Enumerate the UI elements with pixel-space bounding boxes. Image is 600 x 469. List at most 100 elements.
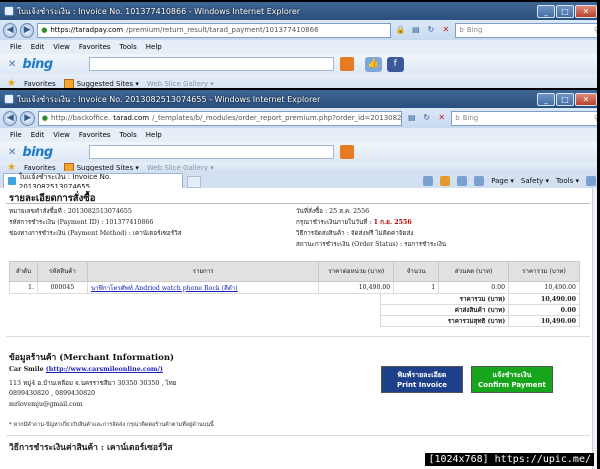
- web-slice-gallery[interactable]: Web Slice Gallery ▾: [147, 80, 214, 88]
- address-host: tarad.com: [113, 114, 150, 122]
- ie-window-back: ใบแจ้งชำระเงิน : Invoice No. 10137741086…: [0, 2, 600, 88]
- search-box[interactable]: b Bing ⚲: [451, 110, 600, 126]
- back-icon[interactable]: ◀: [3, 110, 18, 126]
- address-path: /_templates/b/_modules/order_report_prem…: [152, 114, 403, 122]
- menu-bar: File Edit View Favorites Tools Help: [0, 128, 600, 142]
- bing-toolbar: ✕ bing 👍 f: [0, 54, 600, 74]
- order-items-table: ลำดับ รหัสสินค้า รายการ ราคาต่อหน่วย (บา…: [9, 261, 580, 294]
- stop-icon[interactable]: ✕: [439, 23, 452, 37]
- tab-invoice[interactable]: ใบแจ้งชำระเงิน : Invoice No. 20130825130…: [3, 173, 183, 191]
- menu-tools[interactable]: Tools: [120, 43, 137, 51]
- thumbs-up-icon[interactable]: 👍: [364, 56, 382, 72]
- menu-favorites[interactable]: Favorites: [79, 43, 111, 51]
- menu-help[interactable]: Help: [146, 131, 162, 139]
- merchant-title: ข้อมูลร้านค้า (Merchant Information): [9, 353, 175, 363]
- cell-qty: 1: [393, 281, 440, 294]
- command-bar: Page ▾ Safety ▾ Tools ▾: [423, 176, 600, 188]
- menu-tools[interactable]: Tools: [120, 131, 137, 139]
- print-invoice-button[interactable]: พิมพ์รายละเอียด Print Invoice: [381, 366, 463, 393]
- bing-logo: bing: [22, 56, 53, 72]
- menu-edit[interactable]: Edit: [31, 43, 45, 51]
- forward-icon[interactable]: ▶: [20, 110, 35, 126]
- compat-view-icon[interactable]: ▤: [409, 23, 422, 37]
- stop-icon[interactable]: ✕: [435, 111, 448, 125]
- bing-toolbar: ✕ bing: [0, 142, 600, 162]
- facebook-icon[interactable]: f: [386, 56, 404, 72]
- col-qty: จำนวน: [393, 261, 440, 282]
- col-item: รายการ: [86, 261, 320, 282]
- print-icon[interactable]: [474, 176, 485, 186]
- menu-file[interactable]: File: [10, 43, 22, 51]
- footnote: * หากมีคำถาม-ปัญหาเกี่ยวกับสินค้าและการจ…: [9, 422, 214, 428]
- pay-within: กรุณาชำระเงินภายในวันที่ : 1 ก.ย. 2556: [296, 217, 412, 227]
- bing-search-button[interactable]: [339, 145, 354, 159]
- maximize-button[interactable]: □: [556, 92, 574, 106]
- bing-search-button[interactable]: [339, 57, 354, 71]
- bing-logo: bing: [22, 144, 53, 160]
- menu-view[interactable]: View: [53, 131, 70, 139]
- bing-search-input[interactable]: [88, 57, 334, 71]
- suggested-sites-icon: [63, 78, 74, 88]
- refresh-icon[interactable]: ↻: [420, 111, 433, 125]
- refresh-icon[interactable]: ↻: [424, 23, 437, 37]
- tools-menu[interactable]: Tools ▾: [556, 177, 579, 185]
- lock-icon[interactable]: 🔒: [394, 23, 407, 37]
- favorites-label[interactable]: Favorites: [24, 80, 56, 88]
- page-menu[interactable]: Page ▾: [491, 177, 514, 185]
- menu-bar: File Edit View Favorites Tools Help: [0, 40, 600, 54]
- merchant-address: 113 หมู่4 อ.บ้านเหลือม จ.นครราชสีมา 3035…: [9, 380, 177, 387]
- payment-method-title: วิธีการชำระเงินค่าสินค้า : เคาน์เตอร์เซอ…: [9, 443, 173, 453]
- cell-no: 1.: [9, 281, 38, 294]
- minimize-button[interactable]: _: [537, 92, 555, 106]
- feeds-icon[interactable]: [440, 176, 451, 186]
- suggested-sites[interactable]: Suggested Sites ▾: [63, 78, 139, 88]
- merchant-url[interactable]: (http://www.carsmileonline.com/): [46, 366, 163, 373]
- address-prefix: http://backoffice.: [51, 114, 111, 122]
- shipping-value: 0.00: [508, 304, 580, 316]
- address-bar[interactable]: ● http://backoffice. tarad.com/_templates…: [37, 110, 403, 126]
- close-toolbar-icon[interactable]: ✕: [8, 59, 16, 70]
- forward-icon[interactable]: ▶: [20, 22, 35, 38]
- help-icon[interactable]: [586, 176, 596, 186]
- grand-total-value: 10,490.00: [508, 315, 580, 327]
- grand-total-row: ราคารวมสุทธิ (บาท) 10,490.00: [379, 315, 580, 327]
- site-icon: ●: [41, 114, 49, 122]
- safety-menu[interactable]: Safety ▾: [521, 177, 549, 185]
- divider: [6, 435, 590, 436]
- address-bar[interactable]: ● https://taradpay.com/premium/return_re…: [37, 22, 392, 38]
- home-icon[interactable]: [423, 176, 434, 186]
- search-box[interactable]: b Bing ⚲: [455, 22, 600, 38]
- address-host: https://taradpay.com: [50, 26, 124, 34]
- col-code: รหัสสินค้า: [36, 261, 88, 282]
- menu-help[interactable]: Help: [146, 43, 162, 51]
- pay-within-date: 1 ก.ย. 2556: [373, 219, 412, 226]
- menu-favorites[interactable]: Favorites: [79, 131, 111, 139]
- menu-file[interactable]: File: [10, 131, 22, 139]
- address-path: /premium/return_result/tarad_payment/101…: [126, 26, 319, 34]
- site-icon: ●: [41, 26, 48, 34]
- compat-view-icon[interactable]: ▤: [405, 111, 418, 125]
- close-toolbar-icon[interactable]: ✕: [8, 147, 16, 158]
- window-title: ใบแจ้งชำระเงิน : Invoice No. 10137741086…: [17, 6, 301, 16]
- cell-item: นาฬิกาโทรศัพท์ Andriod watch phone Rock …: [86, 281, 320, 294]
- bing-search-input[interactable]: [88, 145, 334, 159]
- pay-within-label: กรุณาชำระเงินภายในวันที่ :: [296, 219, 374, 226]
- bing-search-icon: b: [459, 26, 464, 34]
- close-button[interactable]: ✕: [575, 4, 597, 18]
- confirm-payment-button[interactable]: แจ้งชำระเงิน Confirm Payment: [471, 366, 553, 393]
- pay-label-en: Confirm Payment: [478, 381, 546, 389]
- product-link[interactable]: นาฬิกาโทรศัพท์ Andriod watch phone Rock …: [91, 285, 238, 292]
- address-toolbar: ◀ ▶ ● http://backoffice. tarad.com/_templ…: [0, 108, 600, 128]
- col-total: ราคารวม (บาท): [508, 261, 580, 282]
- close-button[interactable]: ✕: [575, 92, 597, 106]
- favorites-star-icon[interactable]: ★: [7, 78, 16, 88]
- maximize-button[interactable]: □: [556, 4, 574, 18]
- back-icon[interactable]: ◀: [3, 22, 18, 38]
- mail-icon[interactable]: [457, 176, 468, 186]
- minimize-button[interactable]: _: [537, 4, 555, 18]
- search-placeholder: Bing: [462, 114, 479, 122]
- menu-view[interactable]: View: [53, 43, 70, 51]
- divider: [6, 203, 590, 204]
- menu-edit[interactable]: Edit: [31, 131, 45, 139]
- new-tab-button[interactable]: [187, 176, 201, 188]
